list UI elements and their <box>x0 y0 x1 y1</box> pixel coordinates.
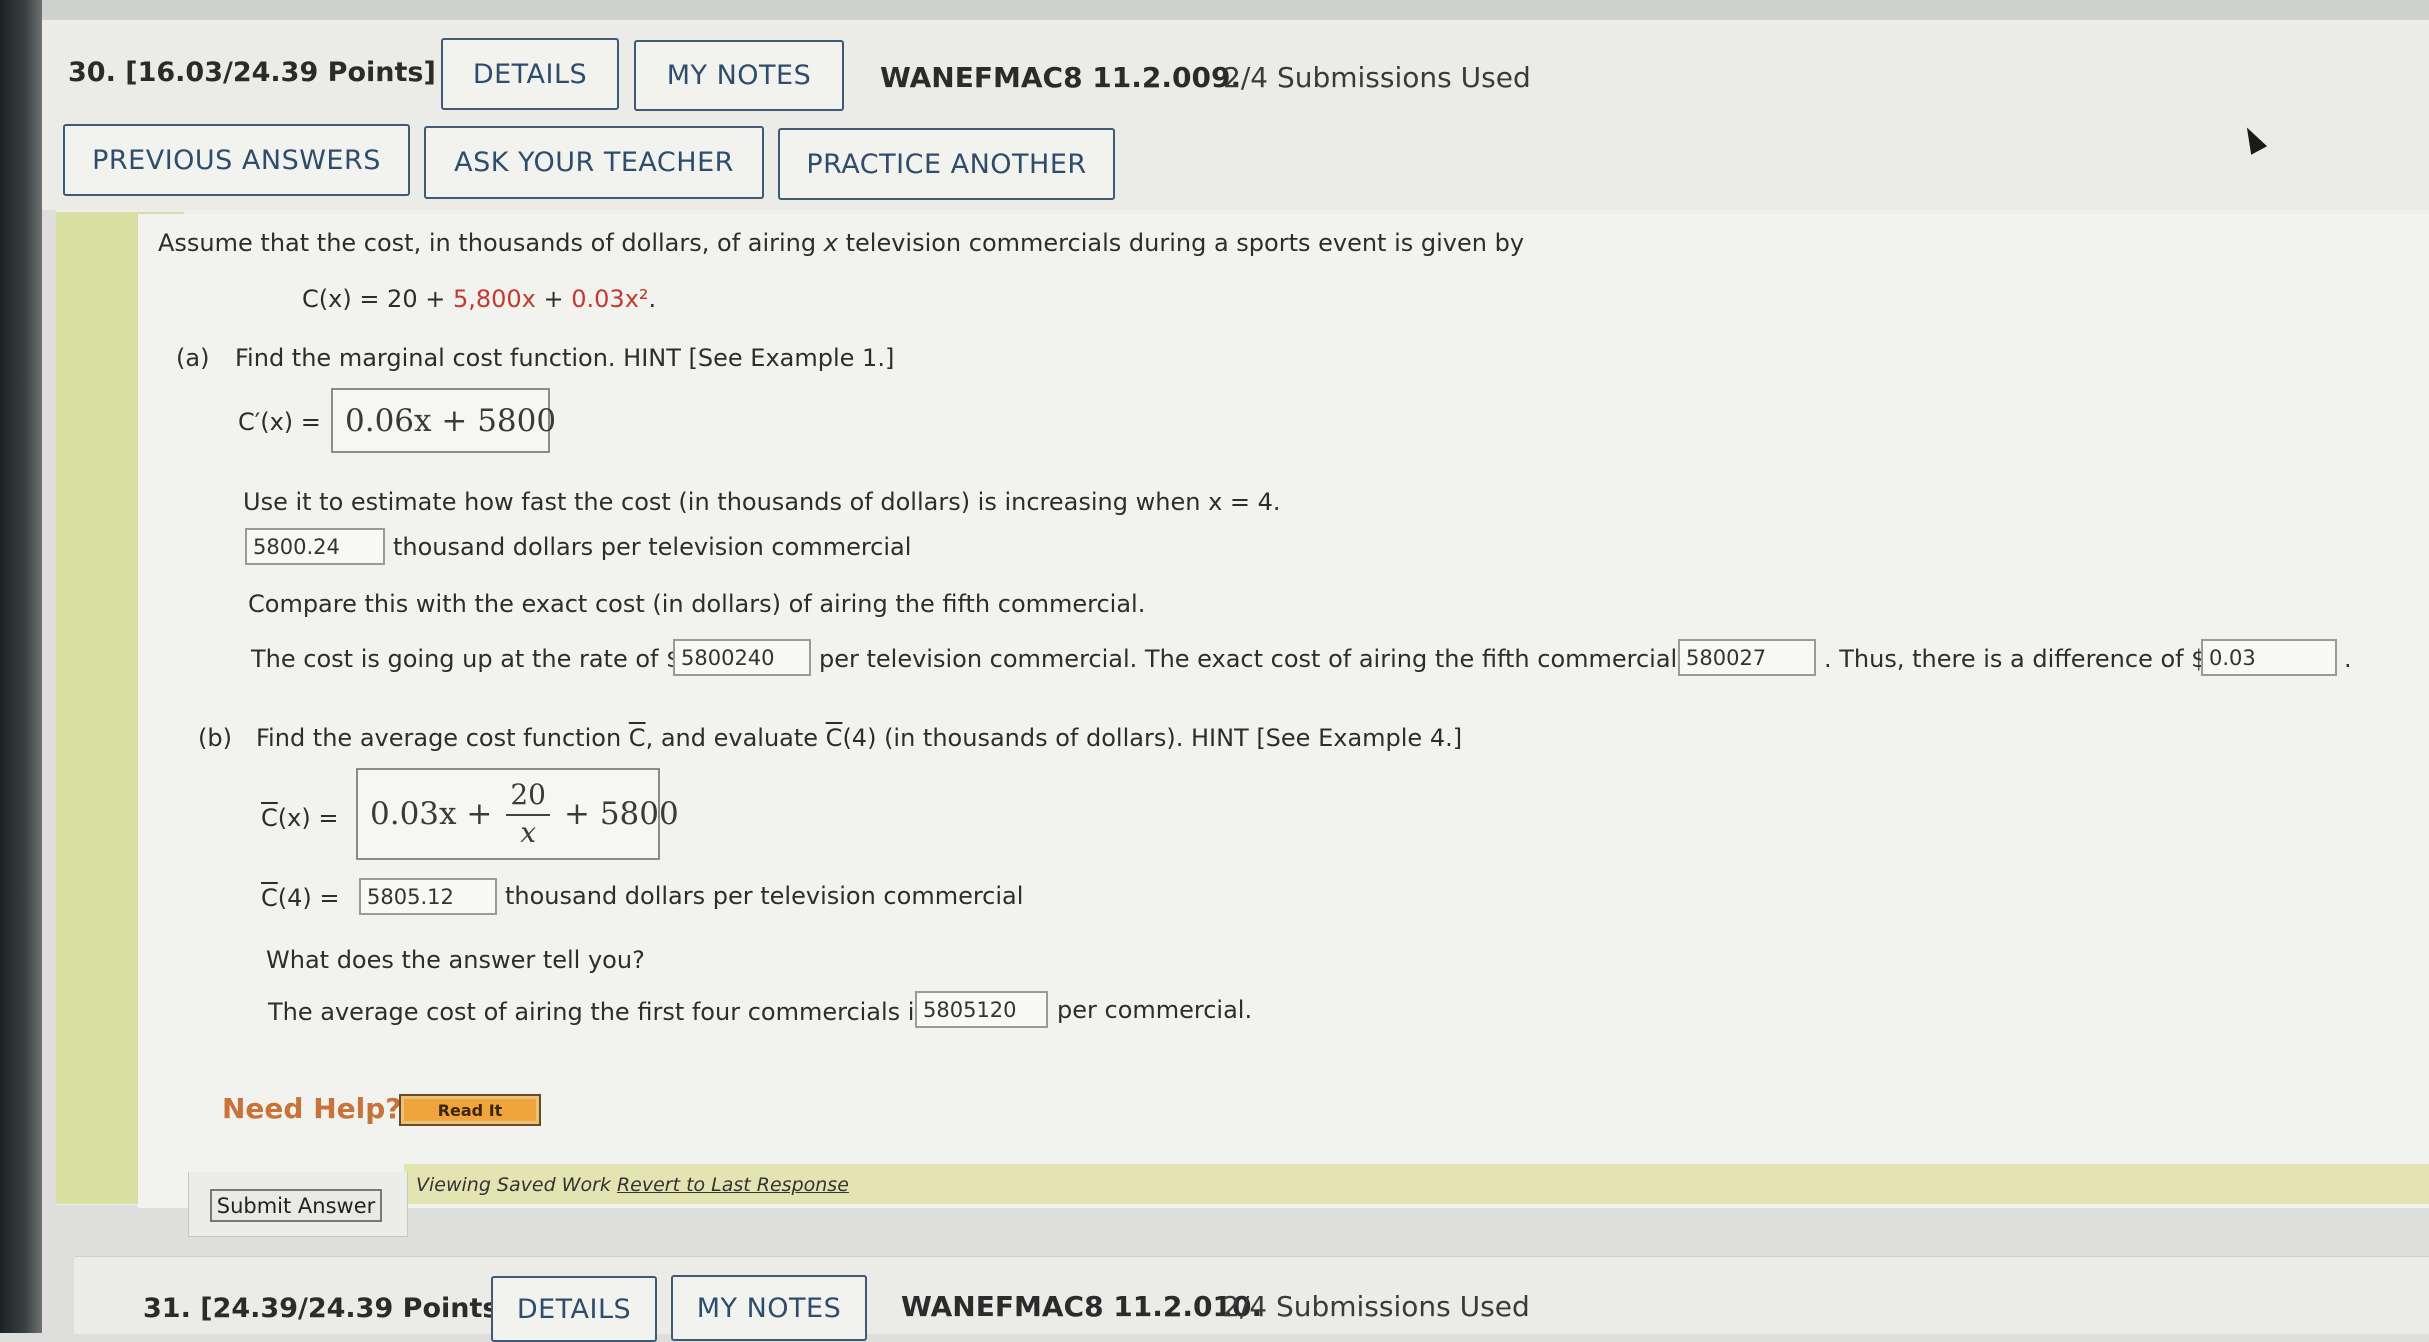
details-button[interactable]: DETAILS <box>441 38 619 110</box>
part-a-label: (a) <box>176 344 210 372</box>
cost-function-equation: C(x) = 20 + 5,800x + 0.03x². <box>302 285 657 313</box>
practice-another-button[interactable]: PRACTICE ANOTHER <box>778 128 1115 200</box>
question-31-points: [24.39/24.39 Points] <box>200 1293 511 1324</box>
need-help-label: Need Help? <box>222 1092 402 1125</box>
estimate-question: Use it to estimate how fast the cost (in… <box>243 488 1281 516</box>
average-cost-at-4-unit: thousand dollars per television commerci… <box>505 882 1024 910</box>
average-cost-fraction: 20 x <box>506 779 550 849</box>
interpretation-question: What does the answer tell you? <box>266 946 645 974</box>
rate-text-4: . <box>2344 645 2352 673</box>
estimate-unit: thousand dollars per television commerci… <box>393 533 912 561</box>
average-cost-text-2: per commercial. <box>1057 996 1253 1024</box>
submissions-used: 2/4 Submissions Used <box>1223 61 1531 94</box>
screen-bezel <box>0 0 42 1333</box>
problem-code: WANEFMAC8 11.2.009. <box>880 61 1242 94</box>
read-it-button[interactable]: Read It <box>399 1094 541 1126</box>
rate-text-3: . Thus, there is a difference of $ <box>1824 645 2207 673</box>
problem-intro: Assume that the cost, in thousands of do… <box>158 229 1525 257</box>
average-cost-lhs: C(x) = <box>261 804 339 832</box>
top-edge <box>0 0 2429 22</box>
compare-text: Compare this with the exact cost (in dol… <box>248 590 1146 618</box>
difference-input[interactable]: 0.03 <box>2201 639 2337 676</box>
marginal-cost-lhs: C′(x) = <box>238 408 321 436</box>
rate-input[interactable]: 5800240 <box>673 639 811 676</box>
question-31-number: 31. [24.39/24.39 Points] <box>143 1293 511 1324</box>
previous-answers-button[interactable]: PREVIOUS ANSWERS <box>63 124 410 196</box>
average-cost-answer[interactable]: 0.03x + 20 x + 5800 <box>356 768 679 860</box>
part-b-text: Find the average cost function C, and ev… <box>256 724 1463 752</box>
revert-link[interactable]: Revert to Last Response <box>617 1174 849 1196</box>
exact-cost-input[interactable]: 580027 <box>1678 639 1816 676</box>
part-b-label: (b) <box>198 724 232 752</box>
question-points: [16.03/24.39 Points] <box>125 57 436 88</box>
question-31-my-notes-button[interactable]: MY NOTES <box>671 1275 867 1341</box>
average-cost-at-4-input[interactable]: 5805.12 <box>359 878 497 915</box>
rate-text-1: The cost is going up at the rate of $ <box>251 645 682 673</box>
part-a-text: Find the marginal cost function. HINT [S… <box>235 344 895 372</box>
rate-text-2: per television commercial. The exact cos… <box>819 645 1727 673</box>
average-cost-dollar-input[interactable]: 5805120 <box>915 991 1048 1028</box>
ask-your-teacher-button[interactable]: ASK YOUR TEACHER <box>424 126 764 199</box>
question-31-problem-code: WANEFMAC8 11.2.010. <box>901 1290 1263 1323</box>
estimate-input[interactable]: 5800.24 <box>245 528 385 565</box>
submit-answer-button[interactable]: Submit Answer <box>210 1189 382 1222</box>
my-notes-button[interactable]: MY NOTES <box>634 40 844 111</box>
question-31-submissions-used: 2/4 Submissions Used <box>1222 1290 1530 1323</box>
average-cost-text-1: The average cost of airing the first fou… <box>268 998 950 1026</box>
question-31-details-button[interactable]: DETAILS <box>491 1276 657 1342</box>
saved-work-text: Viewing Saved Work Revert to Last Respon… <box>416 1174 849 1196</box>
question-number: 30. [16.03/24.39 Points] <box>68 57 436 88</box>
average-cost-at-4-lhs: C(4) = <box>261 884 340 912</box>
marginal-cost-answer[interactable]: 0.06x + 5800 <box>331 388 556 453</box>
